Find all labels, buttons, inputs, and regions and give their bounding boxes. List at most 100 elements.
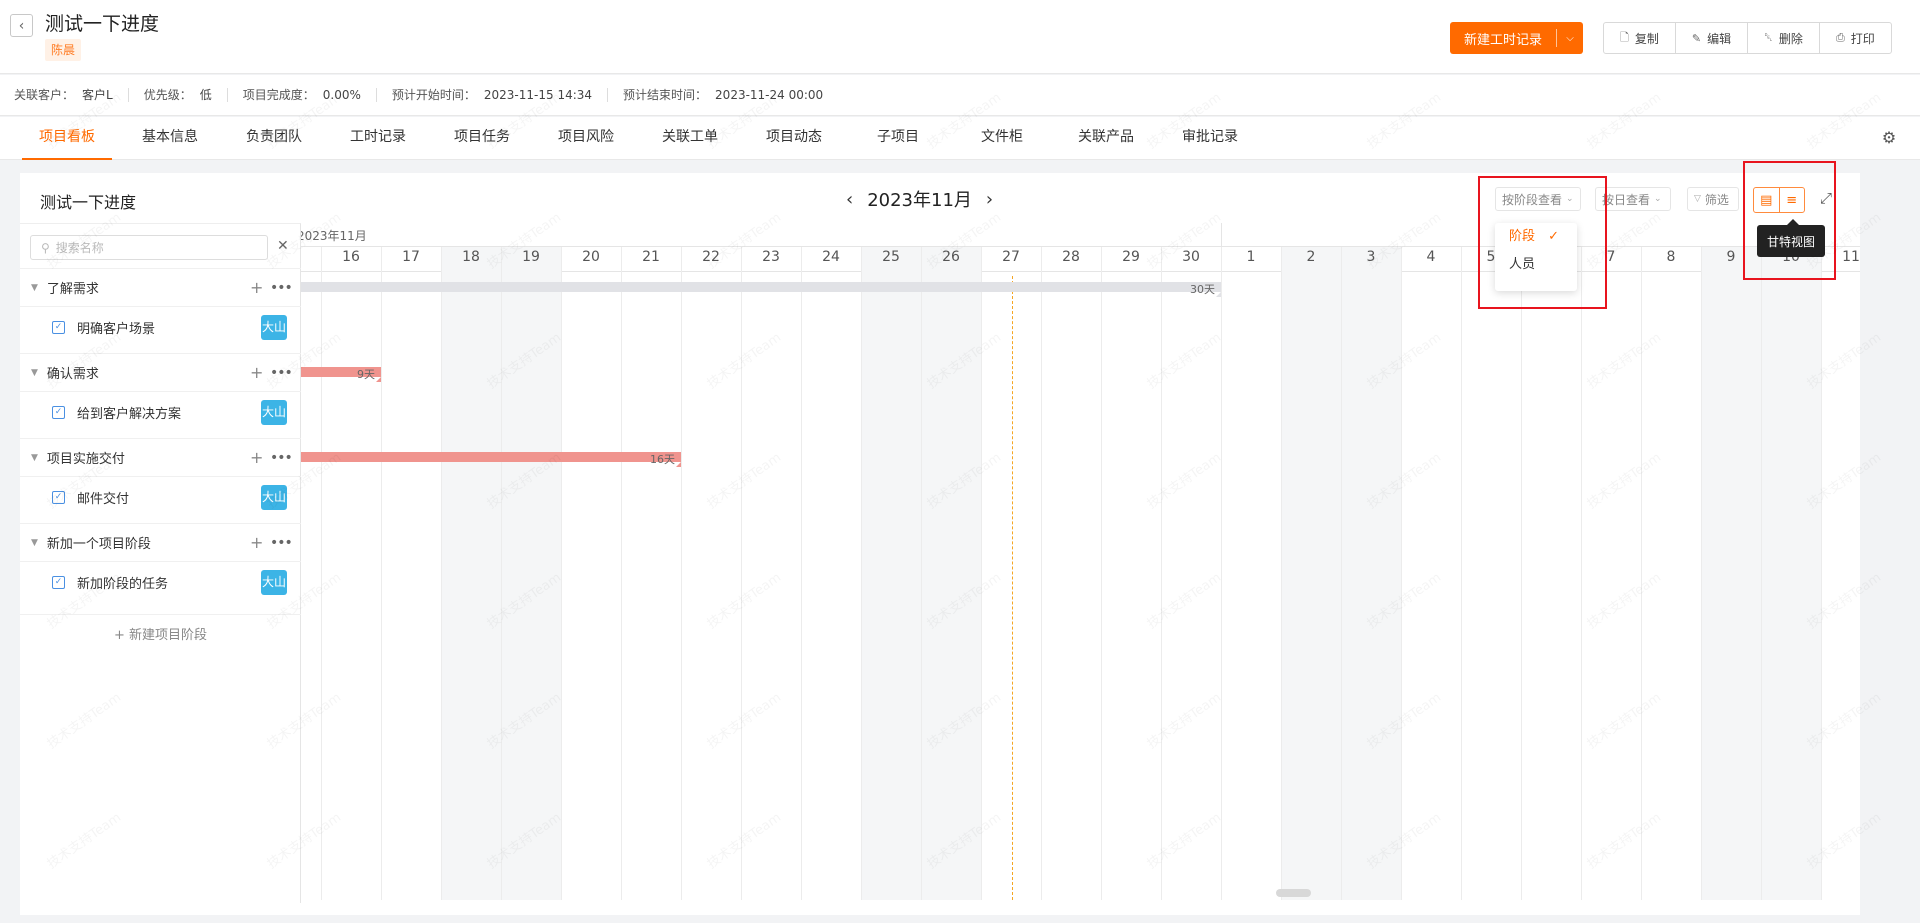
more-icon[interactable]: ••• bbox=[270, 535, 293, 551]
checkbox-icon[interactable]: ✓ bbox=[52, 490, 65, 504]
gantt-day-label: 19 bbox=[522, 249, 540, 265]
gantt-day-column bbox=[1581, 247, 1641, 900]
tab-hours[interactable]: 工时记录 bbox=[333, 117, 423, 160]
owner-badge: 陈晨 bbox=[45, 39, 82, 61]
add-icon[interactable]: + bbox=[250, 363, 263, 382]
stage-row[interactable]: ▼ 项目实施交付 + ••• bbox=[20, 438, 301, 476]
gantt-month-label: 2023年11月 bbox=[301, 229, 367, 243]
gantt-day-column bbox=[981, 247, 1041, 900]
gantt-day-label: 22 bbox=[702, 249, 720, 265]
more-icon[interactable]: ••• bbox=[270, 450, 293, 466]
task-row[interactable]: ✓ 邮件交付 大山 bbox=[20, 476, 301, 517]
tab-board[interactable]: 项目看板 bbox=[22, 117, 112, 160]
task-name: 明确客户场景 bbox=[77, 321, 156, 337]
add-icon[interactable]: + bbox=[250, 278, 263, 297]
chevron-down-icon[interactable]: ⌵ bbox=[1557, 33, 1583, 44]
gantt-day-column bbox=[1101, 247, 1161, 900]
checkbox-icon[interactable]: ✓ bbox=[52, 575, 65, 589]
gantt-bar[interactable]: 9天 bbox=[301, 367, 381, 382]
next-month-icon[interactable]: › bbox=[986, 189, 993, 210]
more-icon[interactable]: ••• bbox=[270, 280, 293, 296]
task-row[interactable]: ✓ 新加阶段的任务 大山 bbox=[20, 561, 301, 602]
avatar: 大山 bbox=[261, 399, 287, 425]
meta-customer: 关联客户： 客户L bbox=[14, 88, 129, 102]
highlight-box bbox=[1478, 176, 1607, 309]
tab-risks[interactable]: 项目风险 bbox=[541, 117, 631, 160]
copy-label: 复制 bbox=[1634, 31, 1659, 46]
caret-down-icon[interactable]: ▼ bbox=[31, 453, 38, 463]
delete-label: 删除 bbox=[1778, 31, 1803, 46]
gantt-day-column bbox=[1281, 247, 1341, 900]
edit-label: 编辑 bbox=[1707, 31, 1732, 46]
gantt-day-label: 8 bbox=[1666, 249, 1676, 265]
gantt-day-column bbox=[1401, 247, 1461, 900]
stage-list-panel: ⚲ ✕ ▼ 了解需求 + ••• ✓ 明确客户场景 大山 ▼ 确认需求 + ••… bbox=[20, 223, 301, 903]
stage-name: 确认需求 bbox=[46, 367, 99, 382]
meta-label: 优先级： bbox=[143, 88, 192, 102]
task-name: 给到客户解决方案 bbox=[77, 406, 182, 422]
search-box: ⚲ bbox=[30, 235, 268, 260]
meta-end: 预计结束时间： 2023-11-24 00:00 bbox=[623, 88, 838, 102]
gantt-day-label: 17 bbox=[402, 249, 420, 265]
task-row[interactable]: ✓ 给到客户解决方案 大山 bbox=[20, 391, 301, 432]
prev-month-icon[interactable]: ‹ bbox=[846, 189, 853, 210]
gantt-month-header bbox=[301, 223, 1860, 247]
tab-basic-info[interactable]: 基本信息 bbox=[125, 117, 215, 160]
tab-files[interactable]: 文件柜 bbox=[957, 117, 1047, 160]
gantt-day-label: 16 bbox=[342, 249, 360, 265]
tab-team[interactable]: 负责团队 bbox=[229, 117, 319, 160]
gantt-day-column bbox=[1641, 247, 1701, 900]
tab-tickets[interactable]: 关联工单 bbox=[645, 117, 735, 160]
edit-button[interactable]: ✎ 编辑 bbox=[1676, 23, 1749, 53]
add-stage-button[interactable]: + 新建项目阶段 bbox=[20, 614, 301, 656]
tab-subprojects[interactable]: 子项目 bbox=[853, 117, 943, 160]
gantt-day-label: 18 bbox=[462, 249, 480, 265]
meta-value: 低 bbox=[199, 88, 212, 102]
meta-label: 预计开始时间： bbox=[391, 88, 476, 102]
tab-approvals[interactable]: 审批记录 bbox=[1165, 117, 1255, 160]
search-input[interactable] bbox=[55, 240, 246, 255]
caret-down-icon[interactable]: ▼ bbox=[31, 368, 38, 378]
gantt-day-column bbox=[501, 247, 561, 900]
gantt-day-column bbox=[1821, 247, 1860, 900]
new-record-button[interactable]: 新建工时记录 ⌵ bbox=[1450, 22, 1583, 54]
avatar: 大山 bbox=[261, 569, 287, 595]
more-icon[interactable]: ••• bbox=[270, 365, 293, 381]
checkbox-icon[interactable]: ✓ bbox=[52, 405, 65, 419]
tab-tasks[interactable]: 项目任务 bbox=[437, 117, 527, 160]
gantt-day-label: 30 bbox=[1182, 249, 1200, 265]
gantt-day-label: 3 bbox=[1366, 249, 1376, 265]
page-header: ‹ 测试一下进度 陈晨 新建工时记录 ⌵ 🗋 复制 ✎ 编辑 ␡ 删除 ⎙ 打印 bbox=[0, 0, 1920, 74]
print-label: 打印 bbox=[1850, 31, 1875, 46]
copy-button[interactable]: 🗋 复制 bbox=[1604, 23, 1676, 53]
chevron-left-icon: ‹ bbox=[18, 17, 25, 34]
action-group: 🗋 复制 ✎ 编辑 ␡ 删除 ⎙ 打印 bbox=[1603, 22, 1892, 54]
gear-icon[interactable]: ⚙ bbox=[1880, 129, 1898, 147]
task-row[interactable]: ✓ 明确客户场景 大山 bbox=[20, 306, 301, 347]
caret-down-icon[interactable]: ▼ bbox=[31, 283, 38, 293]
gantt-day-column bbox=[561, 247, 621, 900]
highlight-box bbox=[1743, 161, 1836, 280]
add-icon[interactable]: + bbox=[250, 533, 263, 552]
stage-row[interactable]: ▼ 新加一个项目阶段 + ••• bbox=[20, 523, 301, 561]
tab-products[interactable]: 关联产品 bbox=[1061, 117, 1151, 160]
tab-bar: 项目看板 基本信息 负责团队 工时记录 项目任务 项目风险 关联工单 项目动态 … bbox=[0, 117, 1920, 160]
filter-button[interactable]: ▽ 筛选 bbox=[1687, 187, 1739, 211]
stage-row[interactable]: ▼ 了解需求 + ••• bbox=[20, 268, 301, 306]
print-button[interactable]: ⎙ 打印 bbox=[1820, 23, 1891, 53]
back-button[interactable]: ‹ bbox=[10, 14, 33, 37]
delete-button[interactable]: ␡ 删除 bbox=[1748, 23, 1820, 53]
gantt-bar[interactable]: 30天 bbox=[301, 282, 1221, 297]
gantt-bar[interactable]: 16天 bbox=[301, 452, 681, 467]
checkbox-icon[interactable]: ✓ bbox=[52, 320, 65, 334]
stage-row[interactable]: ▼ 确认需求 + ••• bbox=[20, 353, 301, 391]
pen-icon: ✎ bbox=[1691, 31, 1702, 45]
today-line bbox=[1012, 276, 1013, 900]
horizontal-scrollbar[interactable] bbox=[1276, 889, 1311, 897]
add-icon[interactable]: + bbox=[250, 448, 263, 467]
gantt-day-column bbox=[621, 247, 681, 900]
collapse-icon[interactable]: ✕ bbox=[277, 238, 289, 254]
tab-activity[interactable]: 项目动态 bbox=[749, 117, 839, 160]
caret-down-icon[interactable]: ▼ bbox=[31, 538, 38, 548]
gantt-day-label: 23 bbox=[762, 249, 780, 265]
